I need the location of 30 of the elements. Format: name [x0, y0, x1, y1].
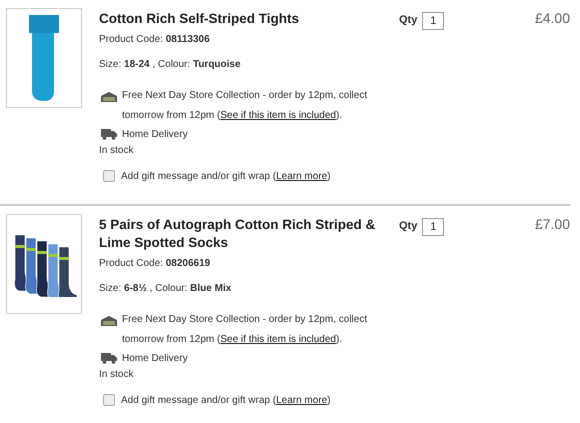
gift-checkbox[interactable]: [103, 170, 115, 182]
product-title[interactable]: Cotton Rich Self-Striped Tights: [99, 10, 385, 28]
qty-field[interactable]: 1: [422, 12, 444, 30]
item-price: £4.00: [534, 10, 570, 28]
qty-field[interactable]: 1: [422, 218, 444, 236]
home-delivery-text: Home Delivery: [122, 129, 188, 140]
size-colour-text: Size: 6-8½ , Colour: Blue Mix: [99, 283, 232, 294]
gift-checkbox[interactable]: [103, 394, 115, 406]
home-delivery-text: Home Delivery: [122, 353, 188, 364]
store-collection-text: Free Next Day Store Collection - order by 12pm, collect tomorrow from 12pm (See if this item is included).: [122, 89, 368, 123]
item-price: £7.00: [534, 216, 570, 234]
truck-icon: [101, 129, 117, 140]
stock-status: In stock: [99, 145, 134, 156]
store-collection-text: Free Next Day Store Collection - order by 12pm, collect tomorrow from 12pm (See if this item is included).: [122, 313, 368, 347]
included-link[interactable]: See if this item is included: [220, 110, 336, 121]
included-link[interactable]: See if this item is included: [220, 334, 336, 345]
product-code: Product Code: 08206619: [99, 258, 212, 269]
qty-label: Qty: [399, 14, 418, 26]
product-title[interactable]: 5 Pairs of Autograph Cotton Rich Striped & Lime Spotted Socks: [99, 216, 385, 252]
gift-wrap-label: Add gift message and/or gift wrap (Learn more): [121, 394, 331, 406]
product-code: Product Code: 08113306: [99, 34, 211, 45]
qty-label: Qty: [399, 220, 418, 232]
truck-icon: [101, 353, 117, 364]
learn-more-link[interactable]: Learn more: [276, 394, 328, 406]
gift-wrap-label: Add gift message and/or gift wrap (Learn more): [121, 170, 331, 182]
size-colour-text: Size: 18-24 , Colour: Turquoise: [99, 59, 242, 70]
store-icon: [101, 316, 117, 326]
store-icon: [101, 92, 117, 102]
stock-status: In stock: [99, 369, 134, 380]
learn-more-link[interactable]: Learn more: [276, 170, 328, 182]
